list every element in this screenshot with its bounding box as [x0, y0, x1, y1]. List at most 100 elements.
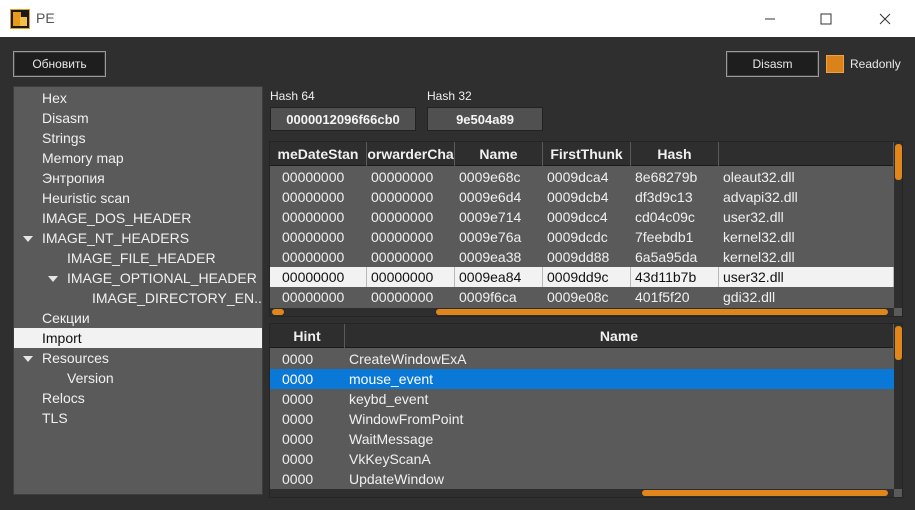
tree-item[interactable]: Resources	[14, 348, 262, 368]
functions-table-vscroll-thumb[interactable]	[895, 326, 902, 360]
table-cell: WaitMessage	[349, 431, 434, 447]
table-cell: 0009ea38	[459, 249, 522, 265]
functions-column-header[interactable]: Name	[345, 324, 894, 348]
disasm-button[interactable]: Disasm	[726, 51, 819, 77]
import-table-hscroll-left[interactable]	[272, 309, 284, 315]
import-table-hscroll-thumb[interactable]	[436, 309, 888, 315]
tree-item[interactable]: Heuristic scan	[14, 188, 262, 208]
table-cell: 00000000	[282, 189, 345, 205]
tree-item-label: Relocs	[42, 390, 85, 406]
import-column-header[interactable]: meDateStan	[270, 142, 367, 166]
tree-item-label: Memory map	[42, 150, 124, 166]
list-item[interactable]: 0000 WaitMessage	[270, 429, 894, 449]
hash64-field[interactable]: 0000012096f66cb0	[270, 107, 416, 131]
table-cell: gdi32.dll	[723, 289, 776, 305]
import-column-header[interactable]: orwarderCha	[367, 142, 455, 166]
tree-item[interactable]: Disasm	[14, 108, 262, 128]
close-icon	[879, 13, 891, 24]
tree-item[interactable]: Relocs	[14, 388, 262, 408]
functions-table[interactable]: Hint Name 0000 CreateWindowExA 0000 mouse_ev…	[269, 323, 903, 498]
tree-item[interactable]: Version	[14, 368, 262, 388]
hash32-label: Hash 32	[427, 89, 472, 103]
hash64-label: Hash 64	[270, 89, 315, 103]
tree-item[interactable]: Import	[14, 328, 262, 348]
import-table-vscrollbar[interactable]	[894, 142, 902, 308]
expand-arrow-icon[interactable]	[47, 268, 59, 288]
expand-arrow-icon[interactable]	[22, 348, 34, 368]
table-cell: 00000000	[371, 289, 434, 305]
tree-item-label: Strings	[42, 130, 86, 146]
table-row[interactable]: 00000000 00000000 0009e6d4 0009dcb4 df3d9c13…	[270, 187, 894, 207]
table-cell: WindowFromPoint	[349, 411, 464, 427]
list-item[interactable]: 0000 keybd_event	[270, 389, 894, 409]
close-button[interactable]	[862, 0, 908, 37]
table-cell: 00000000	[371, 209, 434, 225]
tree-item[interactable]: IMAGE_OPTIONAL_HEADER	[14, 268, 262, 288]
list-item[interactable]: 0000 WindowFromPoint	[270, 409, 894, 429]
functions-table-hscroll-thumb[interactable]	[642, 490, 888, 496]
tree-item[interactable]: Hex	[14, 88, 262, 108]
functions-table-hscrollbar[interactable]	[270, 489, 894, 497]
tree-item[interactable]: Энтропия	[14, 168, 262, 188]
table-cell: 00000000	[282, 169, 345, 185]
tree-item[interactable]: IMAGE_FILE_HEADER	[14, 248, 262, 268]
refresh-button[interactable]: Обновить	[13, 51, 106, 77]
readonly-label: Readonly	[850, 57, 901, 71]
table-cell: kernel32.dll	[723, 249, 795, 265]
maximize-button[interactable]	[803, 0, 849, 37]
tree-item[interactable]: TLS	[14, 408, 262, 428]
import-column-header[interactable]: FirstThunk	[543, 142, 631, 166]
table-cell: keybd_event	[349, 391, 429, 407]
tree-item[interactable]: IMAGE_DOS_HEADER	[14, 208, 262, 228]
tree-item[interactable]: Секции	[14, 308, 262, 328]
list-item[interactable]: 0000 VkKeyScanA	[270, 449, 894, 469]
table-cell: 0009e714	[459, 209, 522, 225]
functions-column-header[interactable]: Hint	[270, 324, 345, 348]
table-cell: 0009dd9c	[543, 267, 631, 287]
window-title: PE	[36, 10, 55, 26]
list-item[interactable]: 0000 UpdateWindow	[270, 469, 894, 489]
table-row[interactable]: 00000000 00000000 0009e68c 0009dca4 8e68279b…	[270, 167, 894, 187]
tree-item[interactable]: IMAGE_NT_HEADERS	[14, 228, 262, 248]
table-row[interactable]: 00000000 00000000 0009f6ca 0009e08c 401f5f20…	[270, 287, 894, 307]
import-table-hscrollbar[interactable]	[270, 308, 894, 316]
tree-item-label: Hex	[42, 90, 67, 106]
table-cell: 6a5a95da	[635, 249, 698, 265]
expand-arrow-icon[interactable]	[22, 228, 34, 248]
tree-item-label: IMAGE_OPTIONAL_HEADER	[67, 270, 257, 286]
list-item[interactable]: 0000 CreateWindowExA	[270, 349, 894, 369]
tree-item-label: IMAGE_DIRECTORY_EN...	[92, 290, 263, 306]
table-row[interactable]: 00000000 00000000 0009ea84 0009dd9c 43d11b7b…	[270, 267, 894, 287]
table-cell: user32.dll	[723, 209, 784, 225]
import-column-header[interactable]: Hash	[631, 142, 719, 166]
tree-item[interactable]: IMAGE_DIRECTORY_EN...	[14, 288, 262, 308]
table-row[interactable]: 00000000 00000000 0009ea38 0009dd88 6a5a95da…	[270, 247, 894, 267]
tree-item-label: IMAGE_FILE_HEADER	[67, 250, 216, 266]
list-item[interactable]: 0000 mouse_event	[270, 369, 894, 389]
tree-item-label: Энтропия	[42, 170, 105, 186]
tree-item-label: Version	[67, 370, 114, 386]
functions-table-vscrollbar[interactable]	[894, 324, 902, 489]
minimize-icon	[765, 18, 775, 19]
import-table[interactable]: meDateStan orwarderCha Name FirstThunk Hash …	[269, 141, 903, 317]
table-cell: 0000	[282, 371, 314, 387]
table-cell: 00000000	[371, 249, 434, 265]
table-cell: 00000000	[270, 267, 367, 287]
tree-item[interactable]: Strings	[14, 128, 262, 148]
tree-item-label: IMAGE_NT_HEADERS	[42, 230, 190, 246]
table-cell: 0000	[282, 431, 314, 447]
import-column-header[interactable]: Name	[455, 142, 543, 166]
readonly-checkbox[interactable]	[826, 55, 844, 73]
table-row[interactable]: 00000000 00000000 0009e76a 0009dcdc 7feebdb1…	[270, 227, 894, 247]
functions-table-header: Hint Name	[270, 324, 894, 348]
import-table-header: meDateStan orwarderCha Name FirstThunk Hash	[270, 142, 894, 166]
table-row[interactable]: 00000000 00000000 0009e714 0009dcc4 cd04c09c…	[270, 207, 894, 227]
import-column-header[interactable]	[719, 142, 894, 166]
tree-item-label: Disasm	[42, 110, 89, 126]
minimize-button[interactable]	[747, 0, 793, 37]
import-table-vscroll-thumb[interactable]	[895, 144, 902, 180]
navigation-tree[interactable]: Hex Disasm Strings Memory map Энтропия Heuris…	[13, 86, 263, 495]
tree-item[interactable]: Memory map	[14, 148, 262, 168]
hash32-field[interactable]: 9e504a89	[427, 107, 543, 131]
table-cell: 0000	[282, 451, 314, 467]
